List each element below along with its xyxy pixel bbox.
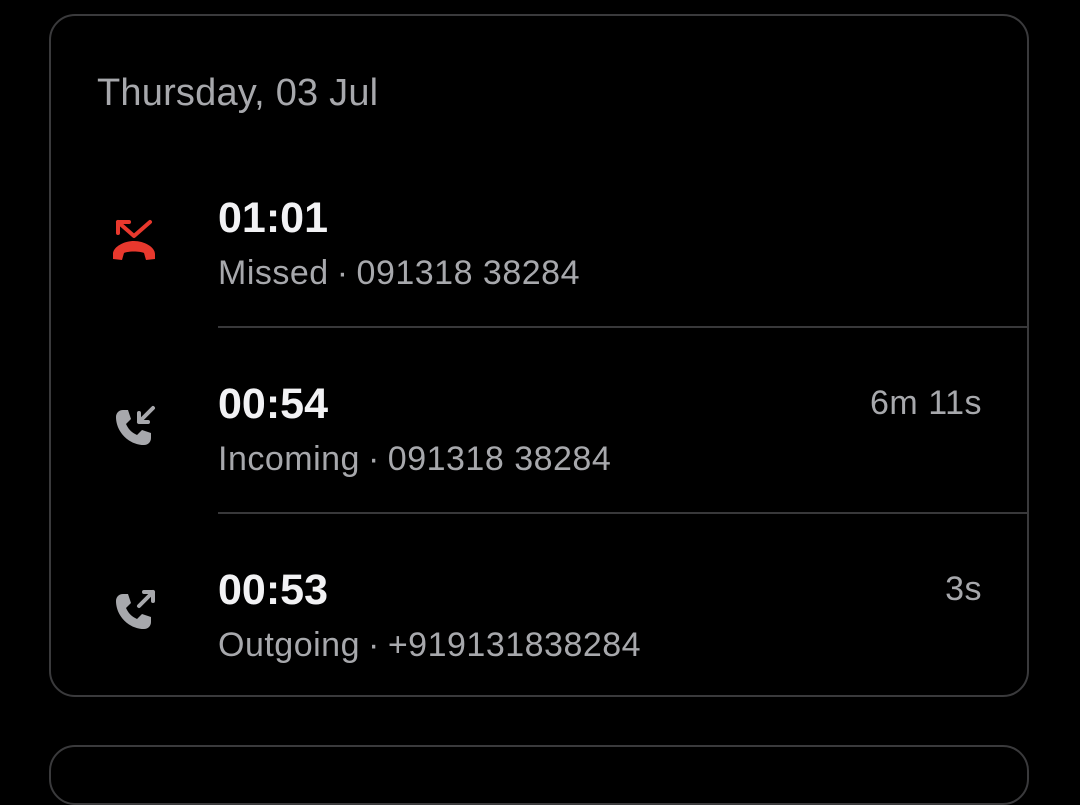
call-log-item[interactable]: 01:01 Missed · 091318 38284: [51, 164, 1027, 350]
incoming-call-icon: [109, 402, 159, 452]
next-call-log-card: [49, 745, 1029, 805]
call-time: 01:01: [218, 194, 328, 242]
call-type: Missed: [218, 254, 329, 292]
call-detail: Outgoing · +919131838284: [218, 626, 641, 665]
call-log-card: Thursday, 03 Jul 01:01 Missed · 091318 382…: [49, 14, 1029, 697]
call-type: Incoming: [218, 440, 360, 478]
call-detail: Incoming · 091318 38284: [218, 440, 611, 479]
call-log-item[interactable]: 00:53 3s Outgoing · +919131838284: [51, 514, 1027, 700]
separator: ·: [367, 440, 380, 478]
date-header: Thursday, 03 Jul: [97, 72, 379, 114]
outgoing-call-icon: [109, 586, 159, 636]
call-duration: 6m 11s: [870, 384, 982, 422]
call-time: 00:53: [218, 566, 328, 614]
separator: ·: [368, 626, 380, 664]
call-type: Outgoing: [218, 626, 360, 664]
call-duration: 3s: [945, 570, 982, 608]
call-time: 00:54: [218, 380, 328, 428]
phone-number: 091318 38284: [387, 440, 612, 478]
call-detail: Missed · 091318 38284: [218, 254, 580, 293]
phone-number: 091318 38284: [356, 254, 580, 292]
call-log-item[interactable]: 00:54 6m 11s Incoming · 091318 38284: [51, 328, 1027, 514]
separator: ·: [336, 254, 349, 292]
phone-number: +919131838284: [387, 626, 642, 664]
missed-call-icon: [109, 216, 159, 266]
